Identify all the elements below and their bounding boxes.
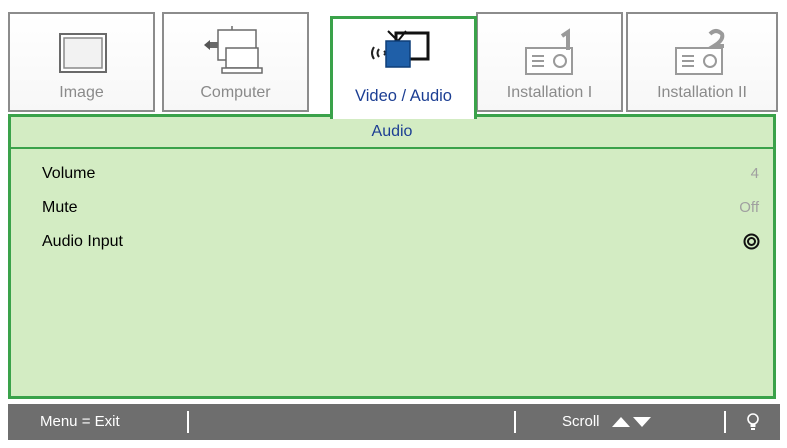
tab-label: Installation I (506, 84, 593, 101)
tab-label: Image (59, 84, 104, 101)
tab-label: Video / Audio (355, 87, 452, 105)
tab-computer[interactable]: Computer (162, 12, 309, 112)
setting-name: Mute (42, 199, 78, 216)
footer-divider (514, 411, 516, 433)
tab-label: Computer (200, 84, 271, 101)
scroll-hint: Scroll (562, 413, 600, 430)
setting-name: Audio Input (42, 233, 123, 250)
tab-image[interactable]: Image (8, 12, 155, 112)
setting-row-volume[interactable]: Volume 4 (42, 160, 762, 188)
submenu-radio-icon[interactable] (743, 233, 760, 250)
footer-divider (724, 411, 726, 433)
setting-row-audio-input[interactable]: Audio Input (42, 228, 762, 256)
setting-value: Off (739, 199, 759, 216)
projector-2-icon (675, 29, 725, 75)
setting-row-mute[interactable]: Mute Off (42, 194, 762, 222)
video-audio-icon (371, 30, 430, 68)
computer-icon (204, 26, 263, 74)
setting-name: Volume (42, 165, 96, 182)
tab-installation-2[interactable]: Installation II (626, 12, 778, 112)
section-title: Audio (11, 117, 773, 149)
footer-divider (187, 411, 189, 433)
projector-osd-menu: Image Computer Video / Audio Installatio… (0, 0, 787, 405)
tab-installation-1[interactable]: Installation I (476, 12, 623, 112)
image-frame-icon (59, 33, 107, 73)
lightbulb-icon (747, 413, 759, 430)
footer-bar: Menu = Exit Scroll (8, 404, 780, 440)
tab-label: Installation II (657, 84, 747, 101)
tab-video-audio[interactable]: Video / Audio (330, 16, 477, 119)
scroll-arrows-icon (612, 417, 651, 427)
setting-value: 4 (750, 165, 759, 182)
menu-exit-hint: Menu = Exit (40, 413, 120, 430)
projector-1-icon (525, 28, 573, 75)
